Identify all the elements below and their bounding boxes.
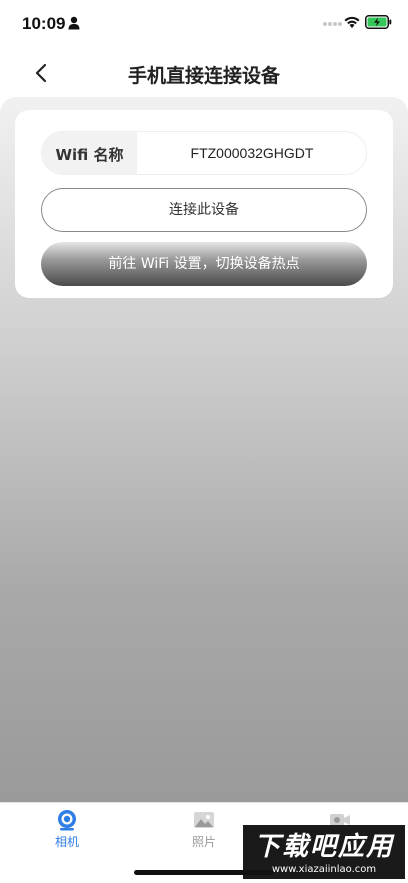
status-time: 10:09 — [22, 14, 66, 33]
watermark-main-text: 下载吧应用 — [253, 832, 394, 862]
status-bar: 10:09 — [0, 0, 408, 48]
page-title: 手机直接连接设备 — [127, 65, 280, 87]
wifi-label-box: Wifi 名称 — [42, 132, 137, 174]
wifi-label: Wifi 名称 — [55, 146, 124, 164]
home-indicator — [134, 870, 274, 875]
nav-bar: 手机直接连接设备 — [0, 48, 408, 98]
person-icon — [68, 16, 80, 30]
tab-photos[interactable]: 照片 — [169, 809, 239, 855]
connect-device-button[interactable]: 连接此设备 — [41, 188, 367, 232]
tab-camera-label: 相机 — [54, 835, 79, 849]
photo-icon — [194, 812, 214, 828]
tab-camera[interactable]: 相机 — [32, 809, 102, 855]
wifi-name-row: Wifi 名称 FTZ000032GHGDT — [41, 131, 367, 175]
wifi-icon — [344, 16, 360, 28]
wifi-name-value: FTZ000032GHGDT — [190, 145, 314, 161]
camera-lens-icon — [58, 810, 76, 831]
tab-photos-label: 照片 — [191, 835, 216, 849]
wifi-settings-button[interactable]: 前往 WiFi 设置，切换设备热点 — [41, 242, 367, 286]
signal-icon — [323, 22, 342, 26]
battery-icon — [365, 15, 392, 29]
